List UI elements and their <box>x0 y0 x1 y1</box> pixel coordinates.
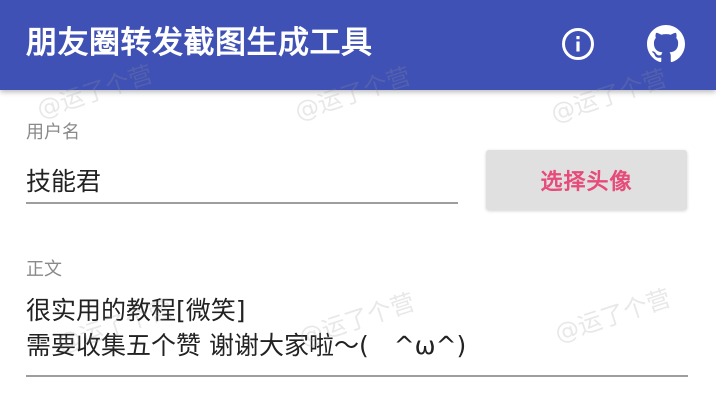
body-label: 正文 <box>26 259 62 280</box>
body-textarea[interactable]: 很实用的教程[微笑] 需要收集五个赞 谢谢大家啦～( ^ω^) <box>26 293 688 377</box>
app-toolbar: 朋友圈转发截图生成工具 <box>0 0 716 90</box>
app-screen: 朋友圈转发截图生成工具 用户名 选择头像 正文 很实用的教程[微笑] 需要收集五… <box>0 0 716 401</box>
github-button[interactable] <box>644 22 688 66</box>
info-circle-icon <box>562 28 594 60</box>
username-input[interactable] <box>26 158 458 204</box>
body-line-2: 需要收集五个赞 谢谢大家啦～( ^ω^) <box>26 331 467 360</box>
choose-avatar-button[interactable]: 选择头像 <box>486 150 687 210</box>
app-title: 朋友圈转发截图生成工具 <box>26 25 373 61</box>
username-label: 用户名 <box>26 122 80 143</box>
github-icon <box>647 25 685 63</box>
info-button[interactable] <box>556 22 600 66</box>
body-line-1: 很实用的教程[微笑] <box>26 296 246 325</box>
